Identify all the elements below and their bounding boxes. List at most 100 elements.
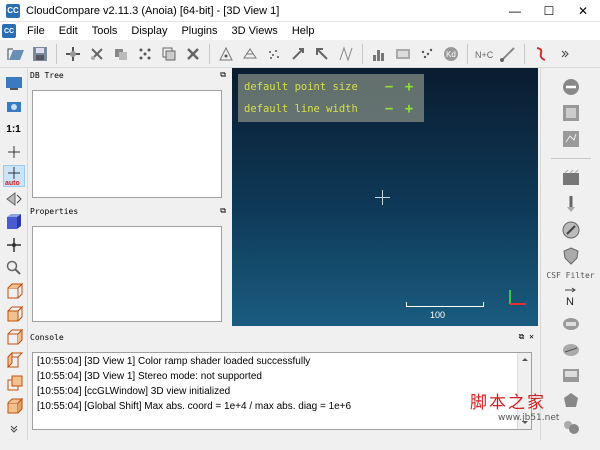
toolbar-more-icon[interactable] (554, 43, 576, 65)
zoom-icon[interactable] (3, 258, 25, 279)
menu-tools[interactable]: Tools (85, 22, 125, 40)
bottom-view-icon[interactable] (3, 303, 25, 324)
line-width-increase-button[interactable]: + (400, 101, 418, 117)
display-options-overlay: default point size − + default line widt… (238, 74, 424, 122)
console-title: Console (30, 332, 64, 342)
color-scale-icon[interactable] (560, 102, 582, 124)
float-panel-icon[interactable]: ⧉ (220, 206, 226, 216)
delete-icon[interactable] (182, 43, 204, 65)
menu-plugins[interactable]: Plugins (174, 22, 224, 40)
auto-pivot-button[interactable]: auto (2, 164, 25, 187)
line-width-row: default line width − + (244, 100, 418, 118)
maximize-button[interactable]: ☐ (532, 0, 566, 22)
crosshair-icon (375, 190, 390, 205)
main-toolbar: Kd N+C (0, 40, 600, 68)
db-tree-panel: DB Tree ⧉ (28, 68, 230, 202)
point-cloud-icon[interactable] (263, 43, 285, 65)
north-arrow-icon[interactable]: N (560, 286, 582, 308)
move-icon[interactable] (3, 235, 25, 256)
clone-icon[interactable] (158, 43, 180, 65)
menu-bar: CC File Edit Tools Display Plugins 3D Vi… (0, 22, 600, 40)
align-icon[interactable] (110, 43, 132, 65)
title-bar: CC CloudCompare v2.11.3 (Anoia) [64-bit]… (0, 0, 600, 22)
db-tree-list[interactable] (32, 90, 222, 198)
segment-icon[interactable] (86, 43, 108, 65)
line-width-decrease-button[interactable]: − (380, 101, 398, 117)
console-line: [10:55:04] [3D View 1] Stereo mode: not … (37, 371, 262, 382)
canupo-icon[interactable] (392, 43, 414, 65)
distance-icon[interactable] (497, 43, 519, 65)
zoom-1-to-1-button[interactable]: 1:1 (3, 119, 25, 140)
camera-icon[interactable] (3, 96, 25, 117)
orient-icon[interactable] (311, 43, 333, 65)
properties-title: Properties (30, 206, 79, 216)
pivot-icon[interactable] (3, 142, 25, 163)
save-icon[interactable] (29, 43, 51, 65)
sample-points-icon[interactable] (215, 43, 237, 65)
back-view-icon[interactable] (3, 372, 25, 393)
animation-icon[interactable] (560, 167, 582, 189)
hpr-icon[interactable] (560, 312, 582, 334)
pcv-icon[interactable] (560, 364, 582, 386)
app-logo-icon: CC (6, 3, 20, 18)
toolbar-separator (56, 43, 57, 64)
m3c2-icon[interactable] (560, 338, 582, 360)
menu-edit[interactable]: Edit (52, 22, 85, 40)
close-button[interactable]: ✕ (566, 0, 600, 22)
3d-viewport[interactable]: default point size − + default line widt… (232, 68, 538, 326)
point-size-decrease-button[interactable]: − (380, 79, 398, 95)
more-tools-chevron-icon[interactable] (3, 418, 25, 439)
float-panel-icon[interactable]: ⧉ (220, 70, 226, 80)
toolbar-separator (362, 43, 363, 64)
normals-icon[interactable] (287, 43, 309, 65)
csf-filter-label[interactable]: CSF Filter (546, 271, 594, 280)
open-file-icon[interactable] (5, 43, 27, 65)
compute-normals-icon[interactable]: N+C (473, 43, 495, 65)
point-size-row: default point size − + (244, 78, 418, 96)
menu-3d-views[interactable]: 3D Views (225, 22, 285, 40)
right-view-icon[interactable] (3, 349, 25, 370)
menu-file[interactable]: File (20, 22, 52, 40)
scalar-field-icon[interactable] (335, 43, 357, 65)
window-title: CloudCompare v2.11.3 (Anoia) [64-bit] - … (26, 4, 280, 17)
menu-display[interactable]: Display (124, 22, 174, 40)
properties-panel: Properties ⧉ (28, 204, 230, 326)
properties-table[interactable] (32, 226, 222, 322)
toolbar-separator (550, 158, 591, 159)
minimize-button[interactable]: — (498, 0, 532, 22)
menu-help[interactable]: Help (285, 22, 322, 40)
no-entry-icon[interactable] (560, 76, 582, 98)
front-view-icon[interactable] (3, 212, 25, 233)
histogram-icon[interactable] (368, 43, 390, 65)
window-menu-icon[interactable]: CC (2, 24, 16, 38)
filter-icon[interactable] (416, 43, 438, 65)
curve-icon[interactable] (530, 43, 552, 65)
svg-text:N+C: N+C (475, 50, 493, 60)
kd-tree-icon[interactable]: Kd (440, 43, 462, 65)
shield-icon[interactable] (560, 245, 582, 267)
auto-pivot-label: auto (5, 180, 20, 186)
sand-cone-icon[interactable] (560, 193, 582, 215)
top-view-icon[interactable] (3, 281, 25, 302)
point-size-increase-button[interactable]: + (400, 79, 418, 95)
float-panel-icon[interactable]: ⧉ (519, 332, 525, 341)
view-toolbar: 1:1 auto (0, 68, 28, 440)
close-panel-icon[interactable]: ✕ (529, 332, 534, 341)
properties-header: Properties ⧉ (28, 204, 230, 218)
iso-view-icon[interactable] (3, 395, 25, 416)
console-line: [10:55:04] [3D View 1] Color ramp shader… (37, 356, 311, 367)
global-zoom-icon[interactable] (3, 73, 25, 94)
console-line: [10:55:04] [ccGLWindow] 3D view initiali… (37, 386, 231, 397)
mesh-icon[interactable] (239, 43, 261, 65)
console-log[interactable]: [10:55:04] [3D View 1] Color ramp shader… (32, 352, 532, 430)
toolbar-separator (209, 43, 210, 64)
toolbar-separator (524, 43, 525, 64)
left-view-icon[interactable] (3, 326, 25, 347)
translate-rotate-icon[interactable] (62, 43, 84, 65)
compass-icon[interactable] (560, 219, 582, 241)
subsample-icon[interactable] (134, 43, 156, 65)
scalar-field-gray-icon[interactable] (560, 128, 582, 150)
scale-bar-label: 100 (430, 310, 446, 320)
toolbar-separator (467, 43, 468, 64)
perspective-icon[interactable] (3, 189, 25, 210)
